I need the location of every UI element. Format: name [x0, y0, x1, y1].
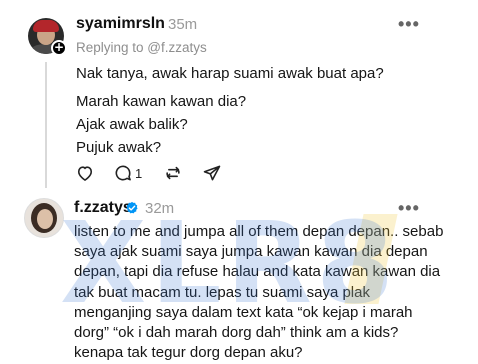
like-button[interactable]	[75, 163, 95, 183]
post-time: 35m	[168, 16, 198, 33]
more-options-icon[interactable]: •••	[398, 14, 420, 35]
post-text-line: Pujuk awak?	[76, 139, 162, 156]
post-text-line: dorg” “ok i dah marah dorg dah” think am…	[74, 323, 399, 341]
post-text-line: tak buat macam tu. lepas tu suami saya p…	[74, 283, 370, 301]
reply-button[interactable]: 1	[113, 163, 142, 183]
avatar-hat	[33, 20, 59, 32]
repost-icon	[166, 166, 180, 180]
post-time: 32m	[145, 200, 175, 217]
post-text-line: Marah kawan kawan dia?	[76, 93, 247, 110]
avatar-face	[37, 209, 53, 229]
post-text-line: depan, tapi dia refuse halau and kata ka…	[74, 263, 441, 281]
post-text-line: saya ajak suami saya jumpa kawan kawan d…	[74, 243, 428, 261]
replying-to[interactable]: Replying to @f.zzatys	[76, 40, 207, 55]
post-text-line: listen to me and jumpa all of them depan…	[74, 223, 444, 240]
post-text-line: Nak tanya, awak harap suami awak buat ap…	[76, 65, 384, 82]
post-text-line: menganjing saya dalam text kata “ok keja…	[74, 303, 413, 321]
more-options-icon[interactable]: •••	[398, 198, 420, 219]
post-text-line: Ajak awak balik?	[76, 116, 188, 133]
comment-icon	[115, 165, 131, 181]
post-body: listen to me and jumpa all of them depan…	[74, 222, 443, 363]
repost-button[interactable]	[163, 163, 183, 183]
verified-badge-icon	[126, 201, 138, 214]
post-username[interactable]: f.zzatys	[74, 199, 132, 217]
thread-line	[45, 62, 47, 188]
avatar[interactable]	[24, 198, 64, 238]
share-button[interactable]	[202, 163, 222, 183]
send-icon	[203, 165, 221, 181]
post-username[interactable]: syamimrsln	[76, 15, 165, 33]
post-text-line: kenapa tak tegur dorg depan aku?	[74, 344, 303, 362]
reply-count: 1	[135, 165, 143, 181]
heart-icon	[77, 166, 93, 181]
follow-plus-icon[interactable]: +	[51, 40, 67, 56]
